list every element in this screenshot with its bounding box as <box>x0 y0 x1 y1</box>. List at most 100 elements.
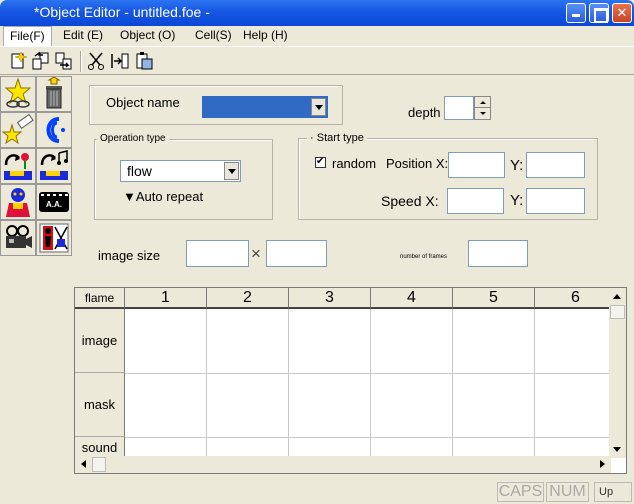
palette-red-figure[interactable] <box>36 220 72 256</box>
maximize-button[interactable] <box>589 3 609 23</box>
chevron-down-icon[interactable] <box>224 162 239 180</box>
palette-character[interactable] <box>0 184 36 220</box>
palette-film-aa[interactable]: A.A. <box>36 184 72 220</box>
depth-input[interactable] <box>444 96 474 120</box>
cut-button[interactable] <box>86 51 106 71</box>
grid-line <box>534 309 535 473</box>
status-bar: CAPS NUM Up <box>0 480 634 504</box>
chevron-down-icon[interactable] <box>311 98 326 116</box>
minimize-icon <box>567 4 585 22</box>
export-button[interactable] <box>54 51 74 71</box>
toolbar-separator <box>80 51 82 72</box>
paste-cell-button[interactable] <box>134 51 154 71</box>
character-icon <box>6 188 30 217</box>
column-header[interactable]: 4 <box>371 288 453 309</box>
camera-icon <box>6 225 32 248</box>
palette-trash[interactable] <box>36 76 72 112</box>
spin-down-icon[interactable] <box>475 108 490 119</box>
caps-indicator: CAPS <box>497 482 544 502</box>
vertical-scrollbar[interactable] <box>609 288 626 458</box>
up-label: Up <box>599 486 614 498</box>
random-label: random <box>332 156 377 171</box>
horizontal-scroll-thumb[interactable] <box>92 457 106 472</box>
image-width-input[interactable] <box>186 240 249 267</box>
new-document-button[interactable] <box>8 51 28 71</box>
column-header[interactable]: 6 <box>535 288 617 309</box>
palette-blue-loop[interactable] <box>36 112 72 148</box>
palette-music-jump[interactable] <box>36 148 72 184</box>
import-button[interactable] <box>31 51 51 71</box>
position-y-input[interactable] <box>526 152 585 178</box>
speed-y-label: Y: <box>510 192 524 209</box>
star-eraser-icon <box>1 113 34 145</box>
palette-flower-jump[interactable] <box>0 148 36 184</box>
minimize-button[interactable] <box>566 3 586 23</box>
operation-type-label: Operation type <box>97 133 169 144</box>
frames-input[interactable] <box>468 240 528 267</box>
palette-camera[interactable] <box>0 220 36 256</box>
horizontal-scrollbar[interactable] <box>75 456 611 473</box>
frame-grid[interactable]: flame 1 2 3 4 5 6 image mask sound <box>74 287 627 474</box>
scroll-left-icon[interactable] <box>75 456 92 473</box>
column-header[interactable]: 1 <box>125 288 207 309</box>
speed-x-label: Speed X: <box>381 193 439 209</box>
auto-repeat-toggle[interactable]: ▼Auto repeat <box>123 189 203 204</box>
menu-bar: File(F) Edit (E) Object (O) Cell(S) Help… <box>0 26 634 46</box>
menu-file[interactable]: File(F) <box>3 26 52 46</box>
object-name-label: Object name <box>106 95 180 110</box>
frames-label: number of frames <box>400 254 448 260</box>
up-indicator: Up <box>594 482 632 502</box>
vertical-scroll-thumb[interactable] <box>610 305 625 319</box>
depth-label: depth <box>408 105 441 120</box>
new-document-icon <box>11 51 28 69</box>
row-header-image[interactable]: image <box>75 309 125 373</box>
film-aa-icon: A.A. <box>39 192 69 212</box>
image-height-input[interactable] <box>266 240 327 267</box>
object-name-select[interactable] <box>202 96 328 118</box>
scroll-right-icon[interactable] <box>594 456 611 473</box>
paste-cell-icon <box>136 52 153 70</box>
column-header[interactable]: 3 <box>289 288 371 309</box>
menu-object[interactable]: Object (O) <box>114 26 181 46</box>
close-icon: ✕ <box>616 5 628 20</box>
scroll-down-icon[interactable] <box>609 441 626 458</box>
trash-icon <box>46 76 62 109</box>
speed-y-input[interactable] <box>526 188 585 214</box>
operation-type-select[interactable]: flow <box>120 160 241 182</box>
menu-edit[interactable]: Edit (E) <box>57 26 109 46</box>
operation-type-value: flow <box>127 163 152 179</box>
close-button[interactable]: ✕ <box>612 3 632 23</box>
app-icon <box>10 6 26 20</box>
start-type-label-text: Start type <box>316 132 364 144</box>
grid-line <box>125 437 626 438</box>
menu-cell[interactable]: Cell(S) <box>189 26 238 46</box>
palette-star-link[interactable] <box>0 76 36 112</box>
menu-help[interactable]: Help (H) <box>237 26 294 46</box>
palette-star-eraser[interactable] <box>0 112 36 148</box>
row-header-mask[interactable]: mask <box>75 373 125 437</box>
start-type-label: · Start type <box>307 132 367 144</box>
grid-corner-label: flame <box>75 288 125 309</box>
row-header-sound[interactable]: sound <box>75 437 125 458</box>
column-header[interactable]: 2 <box>207 288 289 309</box>
column-header[interactable]: 5 <box>453 288 535 309</box>
size-separator: × <box>251 244 261 263</box>
depth-spinner[interactable] <box>474 96 491 120</box>
grid-line <box>288 309 289 473</box>
blue-loop-icon <box>46 117 65 143</box>
film-aa-label: A.A. <box>46 200 62 209</box>
insert-cell-button[interactable] <box>110 51 130 71</box>
speed-x-input[interactable] <box>447 188 504 214</box>
random-checkbox[interactable] <box>315 155 326 169</box>
position-x-input[interactable] <box>448 152 505 178</box>
cut-icon <box>88 52 104 70</box>
music-jump-icon <box>40 150 68 180</box>
toolbar <box>0 46 634 75</box>
maximize-icon <box>590 4 608 23</box>
scroll-up-icon[interactable] <box>609 288 626 305</box>
image-size-label: image size <box>98 248 161 263</box>
tool-palette: A.A. <box>0 76 72 260</box>
flower-jump-icon <box>4 153 32 180</box>
red-figure-icon <box>39 223 69 253</box>
spin-up-icon[interactable] <box>475 97 490 108</box>
